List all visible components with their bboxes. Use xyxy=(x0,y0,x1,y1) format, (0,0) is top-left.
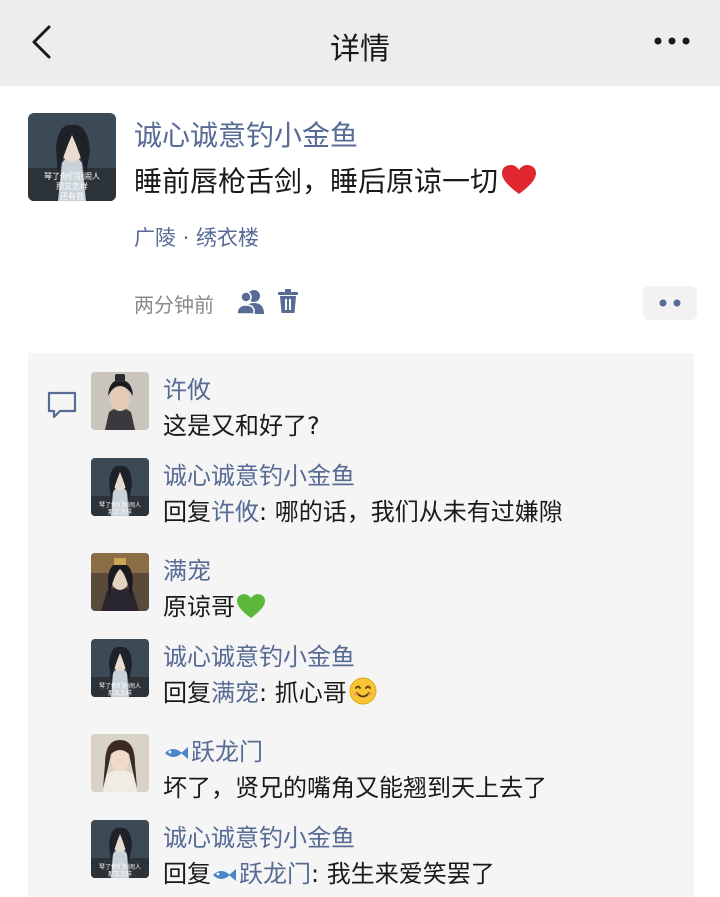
svg-text:那又怎样: 那又怎样 xyxy=(108,508,132,516)
reply-to-name[interactable]: 许攸 xyxy=(211,498,259,526)
more-button[interactable] xyxy=(652,28,692,54)
svg-text:琴了你们别闹人: 琴了你们别闹人 xyxy=(44,171,100,181)
svg-text:那又怎样: 那又怎样 xyxy=(108,870,132,878)
post-actions-button[interactable] xyxy=(643,286,697,320)
svg-text:还有我: 还有我 xyxy=(60,191,84,201)
fish-emoji xyxy=(211,862,237,890)
smile-emoji xyxy=(349,677,377,711)
comment-icon xyxy=(46,390,78,424)
commenter-name[interactable]: 诚心诚意钓小金鱼 xyxy=(163,818,355,853)
comment-text: 坏了，贤兄的嘴角又能翘到天上去了 xyxy=(163,774,547,802)
commenter-name[interactable]: 诚心诚意钓小金鱼 xyxy=(163,456,355,491)
ellipsis-icon xyxy=(654,37,690,45)
comments-panel xyxy=(28,353,694,897)
green-heart-emoji xyxy=(237,594,265,625)
svg-text:那又怎样: 那又怎样 xyxy=(108,689,132,697)
two-dots-icon xyxy=(659,299,681,307)
red-heart-emoji xyxy=(502,165,537,202)
commenter-avatar[interactable]: 琴了你们别闹人 那又怎样 xyxy=(91,458,149,516)
svg-text:那又怎样: 那又怎样 xyxy=(56,181,88,191)
comment-text: 这是又和好了? xyxy=(163,412,320,440)
svg-text:琴了你们别闹人: 琴了你们别闹人 xyxy=(99,501,141,509)
visibility-icon[interactable] xyxy=(236,288,266,318)
svg-text:琴了你们别闹人: 琴了你们别闹人 xyxy=(99,682,141,690)
reply-to-name[interactable]: 满宠 xyxy=(211,679,259,707)
post-time: 两分钟前 xyxy=(134,293,214,317)
commenter-avatar[interactable] xyxy=(91,553,149,611)
nav-bar: 详情 xyxy=(0,0,720,86)
comment-text: 回复满宠: 抓心哥 xyxy=(163,673,377,711)
post-author-avatar[interactable]: 琴了你们别闹人 那又怎样 还有我 xyxy=(28,113,116,201)
page-title: 详情 xyxy=(330,32,390,67)
delete-icon[interactable] xyxy=(277,288,299,318)
svg-text:琴了你们别闹人: 琴了你们别闹人 xyxy=(99,863,141,871)
commenter-name[interactable]: 满宠 xyxy=(163,551,211,586)
commenter-avatar[interactable]: 琴了你们别闹人 那又怎样 xyxy=(91,820,149,878)
commenter-avatar[interactable] xyxy=(91,372,149,430)
reply-to-name[interactable]: 跃龙门 xyxy=(211,860,311,888)
fish-emoji xyxy=(163,740,189,768)
comment-text: 回复许攸: 哪的话，我们从未有过嫌隙 xyxy=(163,498,563,526)
post-author-name[interactable]: 诚心诚意钓小金鱼 xyxy=(134,114,358,154)
post-text: 睡前唇枪舌剑，睡后原谅一切 xyxy=(134,160,537,202)
commenter-avatar[interactable] xyxy=(91,734,149,792)
commenter-name[interactable]: 跃龙门 xyxy=(163,732,263,768)
commenter-name[interactable]: 诚心诚意钓小金鱼 xyxy=(163,637,355,672)
comment-text: 回复 跃龙门: 我生来爱笑罢了 xyxy=(163,860,495,888)
post-location[interactable]: 广陵 · 绣衣楼 xyxy=(134,222,259,252)
commenter-avatar[interactable]: 琴了你们别闹人 那又怎样 xyxy=(91,639,149,697)
comment-text: 原谅哥 xyxy=(163,587,265,625)
commenter-name[interactable]: 许攸 xyxy=(163,370,211,405)
